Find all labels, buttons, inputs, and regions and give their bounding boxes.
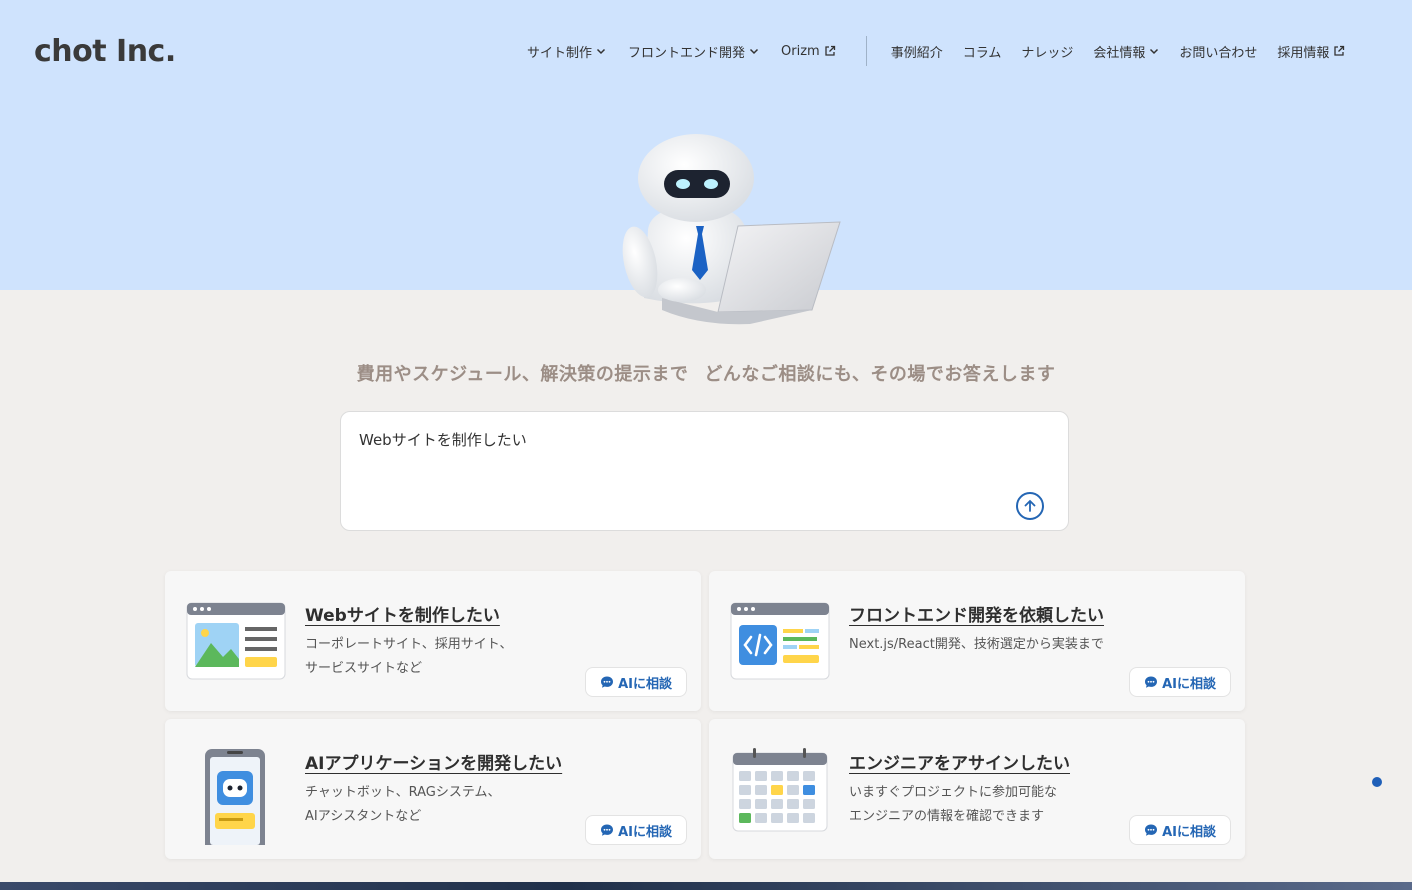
external-link-icon [1333, 45, 1345, 57]
nav-item-recruit[interactable]: 採用情報 [1277, 42, 1345, 61]
card-description: コーポレートサイト、採用サイト、 サービスサイトなど [305, 637, 513, 676]
card-description: チャットボット、RAGシステム、 AIアシスタントなど [305, 785, 501, 824]
chat-input[interactable] [359, 430, 1019, 448]
nav-item-knowledge[interactable]: ナレッジ [1021, 42, 1073, 61]
robot-mascot-illustration [622, 134, 841, 325]
main-nav: サイト制作 フロントエンド開発 Orizm 事例紹介 コラム ナレッジ 会社情報… [527, 36, 1345, 66]
chat-bubble-icon [1144, 823, 1158, 837]
chevron-down-icon [1149, 46, 1159, 56]
external-link-icon [824, 45, 836, 57]
card-description: Next.js/React開発、技術選定から実装まで [849, 637, 1104, 652]
nav-divider [865, 36, 867, 66]
nav-item-column[interactable]: コラム [963, 42, 1002, 61]
chevron-down-icon [596, 46, 606, 56]
nav-item-frontend[interactable]: フロントエンド開発 [628, 42, 759, 61]
card-description: いますぐプロジェクトに参加可能な エンジニアの情報を確認できます [849, 785, 1058, 824]
floating-indicator-dot[interactable] [1372, 777, 1382, 787]
nav-item-site-production[interactable]: サイト制作 [527, 42, 606, 61]
chat-bubble-icon [600, 823, 614, 837]
card-title[interactable]: Webサイトを制作したい [305, 601, 500, 626]
card-title[interactable]: フロントエンド開発を依頼したい [849, 601, 1104, 626]
chat-bubble-icon [600, 675, 614, 689]
nav-item-company[interactable]: 会社情報 [1093, 42, 1159, 61]
chevron-down-icon [749, 46, 759, 56]
ai-chat-box [340, 411, 1069, 531]
smartphone-robot-illustration [205, 749, 265, 845]
arrow-up-icon [1024, 499, 1036, 512]
logo[interactable]: chot Inc. [34, 34, 176, 69]
card-ai-application[interactable]: AIアプリケーションを開発したい チャットボット、RAGシステム、 AIアシスタ… [165, 719, 701, 859]
card-engineer-assign[interactable]: エンジニアをアサインしたい いますぐプロジェクトに参加可能な エンジニアの情報を… [709, 719, 1245, 859]
send-button[interactable] [1016, 492, 1044, 520]
hero-tagline: 費用やスケジュール、解決策の提示まで どんなご相談にも、その場でお答えします [356, 364, 1056, 385]
code-window-illustration [730, 602, 830, 680]
website-illustration [186, 602, 286, 680]
nav-item-cases[interactable]: 事例紹介 [891, 42, 943, 61]
ai-consult-button[interactable]: AIに相談 [1129, 667, 1231, 697]
card-website[interactable]: Webサイトを制作したい コーポレートサイト、採用サイト、 サービスサイトなど … [165, 571, 701, 711]
nav-item-orizm[interactable]: Orizm [781, 44, 836, 59]
bottom-edge-strip [0, 882, 1412, 890]
ai-consult-button[interactable]: AIに相談 [1129, 815, 1231, 845]
ai-consult-button[interactable]: AIに相談 [585, 667, 687, 697]
chat-bubble-icon [1144, 675, 1158, 689]
card-title[interactable]: エンジニアをアサインしたい [849, 749, 1070, 774]
card-frontend[interactable]: フロントエンド開発を依頼したい Next.js/React開発、技術選定から実装… [709, 571, 1245, 711]
nav-item-contact[interactable]: お問い合わせ [1179, 42, 1257, 61]
ai-consult-button[interactable]: AIに相談 [585, 815, 687, 845]
calendar-illustration [732, 748, 828, 832]
card-title[interactable]: AIアプリケーションを開発したい [305, 749, 562, 774]
